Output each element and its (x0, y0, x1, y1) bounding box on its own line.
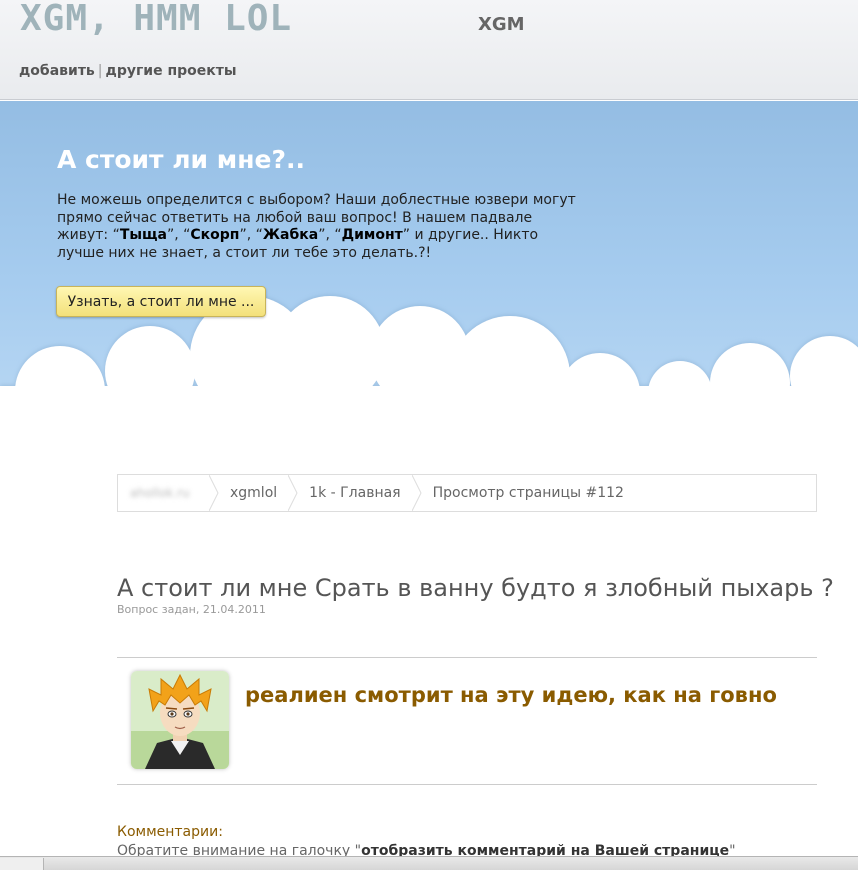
browser-status-bar (0, 856, 858, 870)
breadcrumb-arrow-icon (209, 475, 219, 511)
breadcrumb: ahollok.ru xgmlol 1k - Главная Просмотр … (117, 474, 817, 512)
breadcrumb-item-site[interactable]: ahollok.ru (118, 475, 219, 511)
status-bar-tab[interactable] (0, 858, 44, 870)
avatar[interactable] (131, 671, 229, 769)
breadcrumb-item-user[interactable]: xgmlol (210, 475, 298, 511)
site-logo[interactable]: XGM, HMM LOL (20, 0, 292, 38)
hero-title: А стоит ли мне?.. (57, 145, 305, 174)
hero-banner: А стоит ли мне?.. Не можешь определится … (0, 101, 858, 401)
breadcrumb-label: xgmlol (230, 485, 278, 501)
divider (117, 657, 817, 658)
question-meta: Вопрос задан, 21.04.2011 (117, 603, 266, 616)
nav-other-projects-link[interactable]: другие проекты (106, 63, 237, 79)
breadcrumb-arrow-icon (411, 475, 422, 511)
top-header: XGM, HMM LOL XGM добавить | другие проекты (0, 0, 858, 100)
user-name: Жабка (262, 227, 319, 243)
hero-description: Не можешь определится с выбором? Наши до… (57, 192, 576, 261)
breadcrumb-item-home[interactable]: 1k - Главная (289, 475, 422, 511)
divider (117, 784, 817, 785)
nav-add-link[interactable]: добавить (19, 63, 95, 79)
comments-heading: Комментарии: (117, 824, 223, 840)
breadcrumb-label: ahollok.ru (130, 486, 190, 500)
ask-question-button[interactable]: Узнать, а стоит ли мне ... (56, 286, 266, 317)
breadcrumb-label: Просмотр страницы #112 (432, 485, 624, 501)
breadcrumb-arrow-icon (288, 475, 298, 511)
user-name: Димонт (341, 227, 403, 243)
user-name: Тыща (119, 227, 167, 243)
breadcrumb-item-current: Просмотр страницы #112 (413, 475, 636, 511)
nav-separator: | (97, 63, 103, 79)
answer-text: реалиен смотрит на эту идею, как на говн… (245, 683, 777, 707)
breadcrumb-label: 1k - Главная (309, 485, 401, 501)
user-name: Скорп (190, 227, 240, 243)
question-title: А стоит ли мне Срать в ванну будто я зло… (117, 574, 834, 602)
top-nav: добавить | другие проекты (19, 63, 237, 79)
avatar-image (131, 671, 229, 769)
site-name: XGM (478, 14, 525, 35)
